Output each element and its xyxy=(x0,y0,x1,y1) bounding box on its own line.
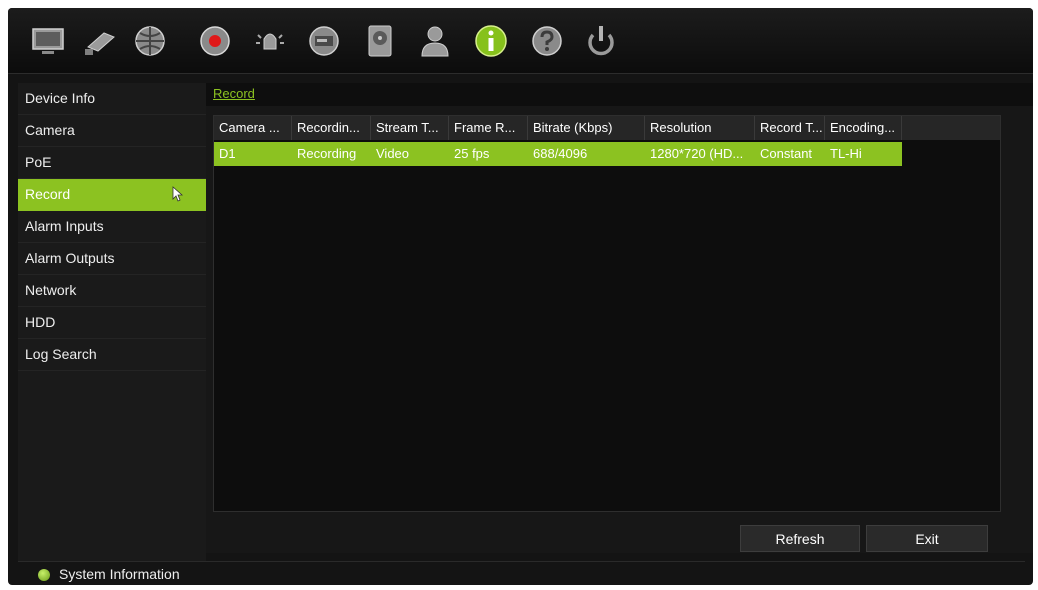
column-header-empty xyxy=(902,116,1000,140)
refresh-button[interactable]: Refresh xyxy=(740,525,860,552)
sidebar-item-label: HDD xyxy=(25,314,56,330)
sidebar-item-log-search[interactable]: Log Search xyxy=(18,339,206,371)
device-icon[interactable] xyxy=(306,23,342,59)
power-icon[interactable] xyxy=(583,23,619,59)
exit-button[interactable]: Exit xyxy=(866,525,988,552)
column-header[interactable]: Camera ... xyxy=(214,116,292,140)
column-header[interactable]: Bitrate (Kbps) xyxy=(528,116,645,140)
sidebar-item-label: Device Info xyxy=(25,90,96,106)
status-text: System Information xyxy=(59,566,180,582)
table-header: Camera ... Recordin... Stream T... Frame… xyxy=(214,116,1000,140)
display-icon[interactable] xyxy=(30,23,66,59)
sidebar-item-alarm-outputs[interactable]: Alarm Outputs xyxy=(18,243,206,275)
table-cell: 25 fps xyxy=(454,146,490,161)
breadcrumb: Record xyxy=(206,83,1033,106)
sidebar: Device Info Camera PoE Record Alarm Inpu… xyxy=(18,83,206,571)
sidebar-item-label: Camera xyxy=(25,122,75,138)
table-cell: 688/4096 xyxy=(533,146,588,161)
sidebar-item-record[interactable]: Record xyxy=(18,179,206,211)
table-cell: Recording xyxy=(297,146,357,161)
sidebar-item-device-info[interactable]: Device Info xyxy=(18,83,206,115)
sidebar-item-label: Log Search xyxy=(25,346,97,362)
user-icon[interactable] xyxy=(417,23,453,59)
sidebar-item-label: Alarm Outputs xyxy=(25,250,115,266)
table-cell: 1280*720 (HD... xyxy=(650,146,744,161)
sidebar-item-label: Record xyxy=(25,186,71,202)
table-cell: TL-Hi xyxy=(830,146,862,161)
help-icon[interactable] xyxy=(529,23,565,59)
column-header[interactable]: Recordin... xyxy=(292,116,371,140)
alarm-icon[interactable] xyxy=(252,23,288,59)
table-cell: Video xyxy=(376,146,410,161)
record-table: Camera ... Recordin... Stream T... Frame… xyxy=(213,115,1001,512)
column-header[interactable]: Frame R... xyxy=(449,116,528,140)
column-header[interactable]: Encoding... xyxy=(825,116,902,140)
sidebar-item-hdd[interactable]: HDD xyxy=(18,307,206,339)
sidebar-item-label: Alarm Inputs xyxy=(25,218,104,234)
table-row[interactable]: D1 Recording Video 25 fps 688/4096 1280*… xyxy=(214,142,902,166)
column-header[interactable]: Stream T... xyxy=(371,116,449,140)
network-icon[interactable] xyxy=(132,23,168,59)
main-toolbar xyxy=(8,8,1033,74)
column-header[interactable]: Resolution xyxy=(645,116,755,140)
table-cell: D1 xyxy=(219,146,236,161)
info-icon[interactable] xyxy=(473,23,509,59)
record-icon[interactable] xyxy=(197,23,233,59)
mouse-cursor-icon xyxy=(172,186,184,202)
sidebar-item-alarm-inputs[interactable]: Alarm Inputs xyxy=(18,211,206,243)
sidebar-item-network[interactable]: Network xyxy=(18,275,206,307)
sidebar-item-label: Network xyxy=(25,282,77,298)
sidebar-item-poe[interactable]: PoE xyxy=(18,147,206,179)
camera-icon[interactable] xyxy=(82,23,118,59)
hdd-icon[interactable] xyxy=(362,23,398,59)
page-title: Record xyxy=(213,86,255,101)
table-cell: Constant xyxy=(760,146,813,161)
info-status-icon xyxy=(38,569,50,581)
sidebar-item-label: PoE xyxy=(25,154,52,170)
sidebar-item-camera[interactable]: Camera xyxy=(18,115,206,147)
status-bar: System Information xyxy=(18,561,1025,585)
column-header[interactable]: Record T... xyxy=(755,116,825,140)
app-window: Device Info Camera PoE Record Alarm Inpu… xyxy=(8,8,1033,585)
